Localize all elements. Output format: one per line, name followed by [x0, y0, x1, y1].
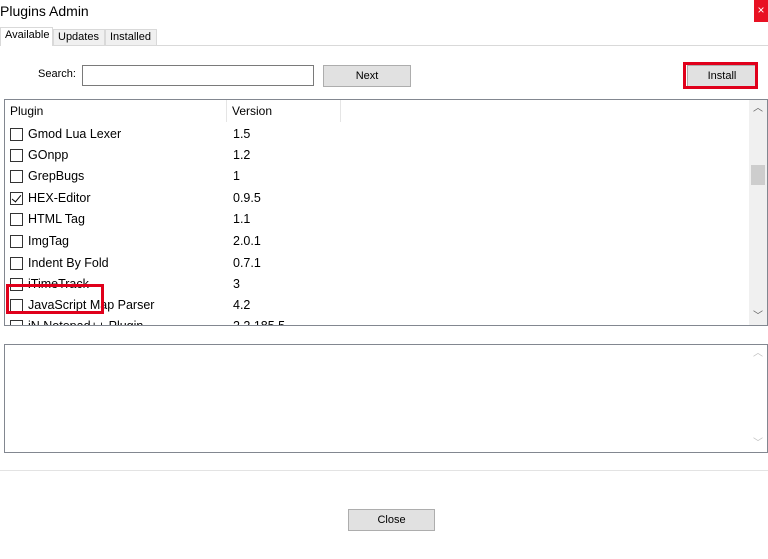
search-input[interactable]: [82, 65, 314, 86]
plugin-version: 0.9.5: [233, 191, 261, 205]
next-button[interactable]: Next: [323, 65, 411, 87]
footer-divider: [0, 470, 768, 471]
plugin-checkbox[interactable]: [10, 320, 23, 325]
plugin-row-javascript-map-parser[interactable]: JavaScript Map Parser 4.2: [5, 295, 745, 316]
plugin-list-scrollbar[interactable]: ︿ ﹀: [749, 100, 767, 325]
scroll-up-icon[interactable]: ︿: [749, 100, 767, 117]
plugin-checkbox[interactable]: [10, 278, 23, 291]
plugin-row-imgtag[interactable]: ImgTag 2.0.1: [5, 231, 745, 252]
plugin-checkbox[interactable]: [10, 149, 23, 162]
plugin-name: GOnpp: [28, 148, 69, 162]
plugin-version: 2.0.1: [233, 234, 261, 248]
plugin-name: HTML Tag: [28, 212, 85, 226]
plugin-version: 1: [233, 169, 240, 183]
tab-divider: [0, 45, 768, 46]
plugin-name: jN Notepad++ Plugin: [28, 319, 144, 326]
plugin-checkbox[interactable]: [10, 213, 23, 226]
column-header-plugin[interactable]: Plugin: [5, 100, 227, 122]
plugin-version: 4.2: [233, 298, 251, 312]
plugin-name: ImgTag: [28, 234, 69, 248]
plugin-row-html-tag[interactable]: HTML Tag 1.1: [5, 209, 745, 230]
search-label: Search:: [38, 68, 76, 80]
scrollbar-thumb[interactable]: [751, 165, 765, 185]
plugin-version: 1.5: [233, 127, 251, 141]
plugin-version: 1.2: [233, 148, 251, 162]
description-scrollbar[interactable]: ︿ ﹀: [749, 345, 767, 452]
plugin-version: 1.1: [233, 212, 251, 226]
plugin-checkbox[interactable]: [10, 170, 23, 183]
plugin-description-box[interactable]: ︿ ﹀: [4, 344, 768, 453]
plugin-checkbox[interactable]: [10, 235, 23, 248]
plugin-row-itimetrack[interactable]: iTimeTrack 3: [5, 274, 745, 295]
plugin-version: 0.7.1: [233, 256, 261, 270]
tab-installed[interactable]: Installed: [105, 29, 157, 45]
plugin-list[interactable]: Plugin Version Gmod Lua Lexer 1.5 GOnpp …: [4, 99, 768, 326]
install-button[interactable]: Install: [687, 65, 757, 87]
plugins-admin-window: Plugins Admin × Available Updates Instal…: [0, 0, 768, 559]
scroll-down-icon[interactable]: ﹀: [749, 308, 767, 325]
plugin-row-gmod-lua-lexer[interactable]: Gmod Lua Lexer 1.5: [5, 124, 745, 145]
window-title: Plugins Admin: [0, 3, 89, 19]
close-icon[interactable]: ×: [754, 0, 768, 22]
plugin-checkbox-checked[interactable]: [10, 192, 23, 205]
plugin-name: Indent By Fold: [28, 256, 109, 270]
plugin-checkbox[interactable]: [10, 257, 23, 270]
plugin-name: Gmod Lua Lexer: [28, 127, 122, 141]
plugin-checkbox[interactable]: [10, 128, 23, 141]
plugin-row-indent-by-fold[interactable]: Indent By Fold 0.7.1: [5, 253, 745, 274]
tab-updates[interactable]: Updates: [53, 29, 105, 45]
plugin-version: 3: [233, 277, 240, 291]
scroll-up-icon[interactable]: ︿: [749, 345, 767, 362]
plugin-version: 2.2.185.5: [233, 319, 286, 326]
plugin-row-gonpp[interactable]: GOnpp 1.2: [5, 145, 745, 166]
plugin-row-hex-editor[interactable]: HEX-Editor 0.9.5: [5, 188, 745, 209]
list-header: Plugin Version: [5, 100, 749, 122]
plugin-name: JavaScript Map Parser: [28, 298, 155, 312]
plugin-name: iTimeTrack: [28, 277, 89, 291]
tab-available[interactable]: Available: [0, 27, 53, 46]
plugin-row-grepbugs[interactable]: GrepBugs 1: [5, 166, 745, 187]
scroll-down-icon[interactable]: ﹀: [749, 435, 767, 452]
plugin-name: GrepBugs: [28, 169, 85, 183]
plugin-checkbox[interactable]: [10, 299, 23, 312]
close-button[interactable]: Close: [348, 509, 435, 531]
plugin-row-jn-notepad-plugin[interactable]: jN Notepad++ Plugin 2.2.185.5: [5, 316, 745, 326]
plugin-name: HEX-Editor: [28, 191, 91, 205]
column-header-version[interactable]: Version: [227, 100, 341, 122]
